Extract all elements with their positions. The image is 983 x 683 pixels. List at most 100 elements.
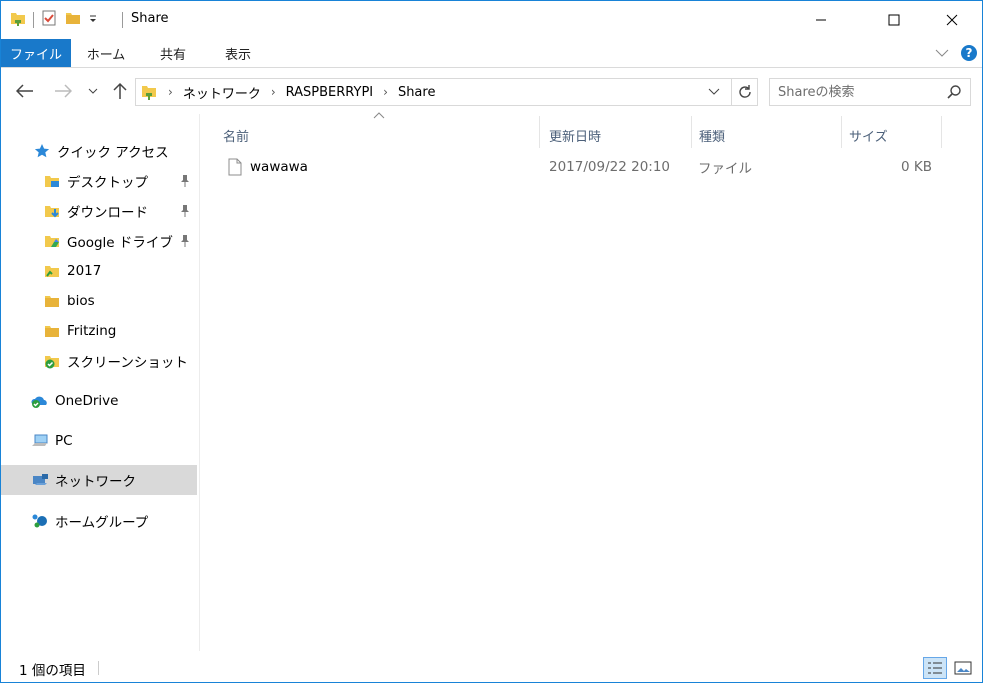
network-icon: [31, 471, 49, 489]
search-box[interactable]: [769, 78, 971, 106]
nav-item-bios[interactable]: bios: [43, 286, 95, 316]
chevron-right-icon[interactable]: ›: [267, 85, 280, 99]
close-icon: [946, 14, 958, 26]
close-button[interactable]: [929, 1, 975, 39]
address-row: › ネットワーク › RASPBERRYPI › Share: [1, 68, 982, 114]
file-date: 2017/09/22 20:10: [549, 159, 671, 175]
back-arrow-icon: [16, 84, 33, 98]
breadcrumb: › ネットワーク › RASPBERRYPI › Share: [164, 79, 441, 105]
tab-share[interactable]: 共有: [143, 39, 203, 67]
address-history-dropdown[interactable]: [701, 79, 727, 105]
nav-quick-access[interactable]: クイック アクセス: [33, 136, 169, 166]
maximize-button[interactable]: [871, 1, 917, 39]
column-header-type[interactable]: 種類: [699, 120, 841, 150]
nav-label: ホームグループ: [55, 515, 149, 531]
properties-icon[interactable]: [40, 9, 58, 31]
tab-file[interactable]: ファイル: [1, 39, 71, 67]
synced-folder-icon: [43, 262, 61, 280]
table-row[interactable]: wawawa 2017/09/22 20:10 ファイル 0 KB: [221, 154, 943, 180]
nav-label: デスクトップ: [67, 175, 148, 191]
title-separator: [122, 12, 123, 28]
up-arrow-icon: [113, 82, 127, 99]
computer-icon: [31, 432, 49, 450]
column-divider[interactable]: [941, 116, 942, 148]
expand-ribbon-button[interactable]: [929, 41, 955, 65]
item-count: 1 個の項目: [19, 663, 86, 679]
status-bar: 1 個の項目: [1, 652, 982, 682]
chevron-down-icon: [708, 88, 720, 95]
tab-view[interactable]: 表示: [209, 39, 267, 67]
navigation-pane: クイック アクセス デスクトップ ダウンロード Google ドライブ 2017…: [1, 114, 200, 651]
download-folder-icon: [43, 202, 61, 220]
star-icon: [33, 142, 51, 160]
forward-button[interactable]: [52, 80, 74, 102]
nav-homegroup[interactable]: ホームグループ: [31, 506, 148, 536]
nav-label: Fritzing: [67, 323, 117, 339]
column-divider[interactable]: [691, 116, 692, 148]
nav-item-google-drive[interactable]: Google ドライブ: [43, 226, 198, 256]
desktop-folder-icon: [43, 172, 61, 190]
column-divider[interactable]: [539, 116, 540, 148]
nav-item-2017[interactable]: 2017: [43, 256, 101, 286]
synced-check-folder-icon: [43, 352, 61, 370]
large-icons-view-button[interactable]: [951, 657, 975, 679]
tab-home[interactable]: ホーム: [75, 39, 137, 67]
column-divider[interactable]: [841, 116, 842, 148]
minimize-button[interactable]: [798, 1, 844, 39]
minimize-icon: [816, 19, 826, 21]
title-bar: Share: [1, 1, 982, 39]
forward-arrow-icon: [55, 84, 72, 98]
window-title: Share: [131, 11, 169, 26]
breadcrumb-share[interactable]: Share: [392, 85, 442, 100]
explorer-window: Share ファイル ホーム 共有 表示 ? › ネットワーク › RASPBE…: [0, 0, 983, 683]
up-button[interactable]: [109, 80, 131, 102]
onedrive-icon: [31, 392, 49, 410]
nav-label: ダウンロード: [67, 205, 148, 221]
chevron-right-icon[interactable]: ›: [164, 85, 177, 99]
details-view-button[interactable]: [923, 657, 947, 679]
back-button[interactable]: [14, 80, 36, 102]
nav-label: Google ドライブ: [67, 235, 173, 251]
file-size: 0 KB: [901, 159, 932, 175]
pin-icon[interactable]: [179, 234, 191, 252]
nav-label: OneDrive: [55, 393, 119, 409]
google-drive-folder-icon: [43, 232, 61, 250]
network-share-folder-icon: [140, 83, 158, 105]
customize-toolbar-dropdown-icon[interactable]: [88, 9, 98, 31]
nav-item-screenshots[interactable]: スクリーンショット: [43, 346, 188, 376]
search-icon[interactable]: [946, 84, 962, 104]
pin-icon[interactable]: [179, 174, 191, 192]
homegroup-icon: [31, 512, 49, 530]
nav-item-desktop[interactable]: デスクトップ: [43, 166, 198, 196]
address-bar[interactable]: › ネットワーク › RASPBERRYPI › Share: [135, 78, 758, 106]
details-view-icon: [928, 662, 942, 674]
file-list: 名前 更新日時 種類 サイズ wawawa 2017/09/22 20:10 フ…: [201, 112, 982, 651]
svg-text:?: ?: [966, 46, 973, 60]
network-share-folder-icon[interactable]: [9, 9, 27, 31]
nav-label: PC: [55, 433, 73, 449]
pin-icon[interactable]: [179, 204, 191, 222]
file-name: wawawa: [250, 159, 308, 175]
folder-icon: [43, 292, 61, 310]
breadcrumb-raspberrypi[interactable]: RASPBERRYPI: [280, 85, 379, 100]
column-header-date[interactable]: 更新日時: [549, 120, 691, 150]
new-folder-icon[interactable]: [64, 9, 82, 31]
recent-locations-button[interactable]: [85, 80, 101, 102]
chevron-right-icon[interactable]: ›: [379, 85, 392, 99]
column-header-size[interactable]: サイズ: [849, 120, 941, 150]
nav-label: スクリーンショット: [67, 355, 188, 371]
nav-onedrive[interactable]: OneDrive: [31, 386, 118, 416]
file-type: ファイル: [698, 161, 752, 177]
breadcrumb-network[interactable]: ネットワーク: [177, 83, 267, 102]
search-input[interactable]: [778, 83, 938, 101]
help-button[interactable]: ?: [957, 41, 981, 65]
large-icons-view-icon: [954, 661, 972, 675]
status-separator: [98, 661, 99, 675]
nav-network[interactable]: ネットワーク: [1, 465, 197, 495]
refresh-button[interactable]: [731, 79, 757, 105]
nav-item-fritzing[interactable]: Fritzing: [43, 316, 116, 346]
nav-label: bios: [67, 293, 95, 309]
nav-pc[interactable]: PC: [31, 426, 73, 456]
column-header-name[interactable]: 名前: [223, 120, 539, 150]
nav-item-downloads[interactable]: ダウンロード: [43, 196, 198, 226]
